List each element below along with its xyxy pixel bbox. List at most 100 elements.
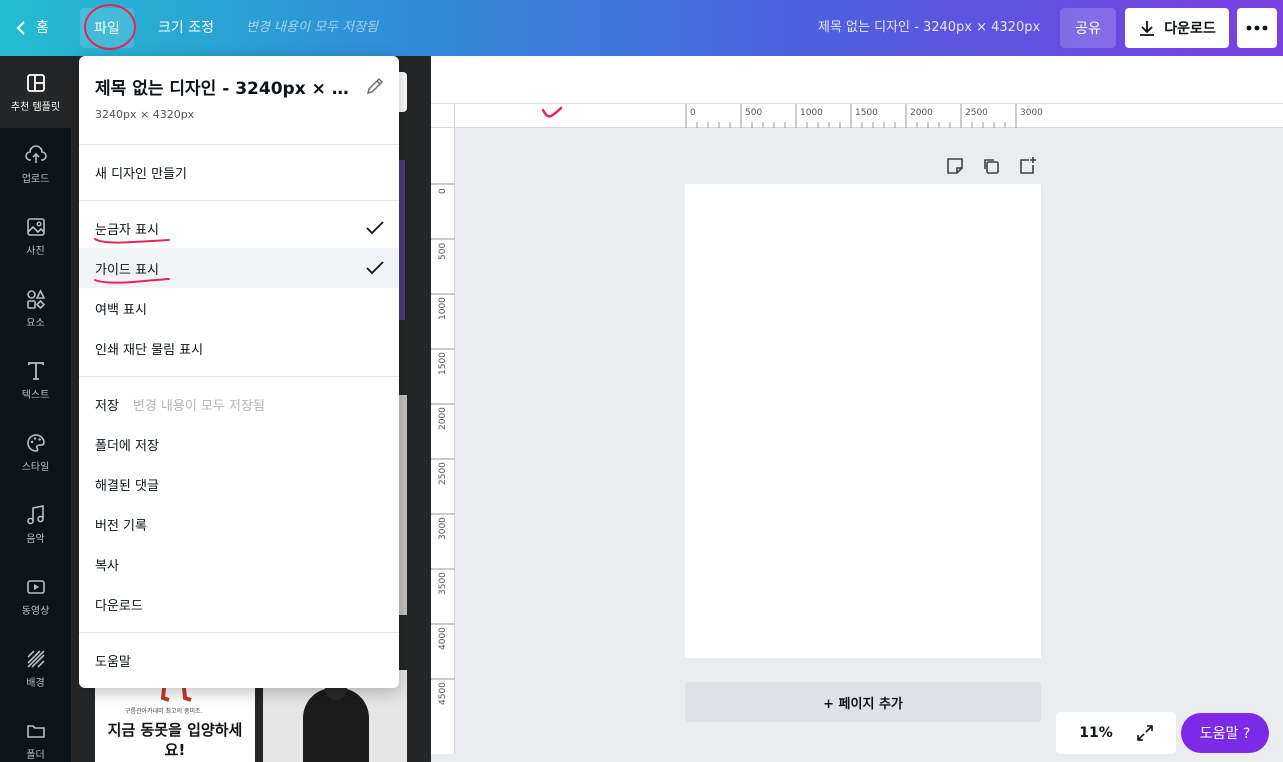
ruler-label: 1500 bbox=[855, 108, 878, 118]
folder-icon bbox=[26, 724, 45, 738]
ruler-label: 4000 bbox=[438, 627, 448, 650]
menu-item-help[interactable]: 도움말 bbox=[79, 640, 399, 680]
ruler-label: 2500 bbox=[965, 108, 988, 118]
rail-item-templates[interactable]: 추천 템플릿 bbox=[0, 56, 71, 128]
share-button[interactable]: 공유 bbox=[1060, 8, 1116, 48]
design-page[interactable] bbox=[685, 184, 1041, 658]
menu-item-new-design[interactable]: 새 디자인 만들기 bbox=[79, 152, 399, 192]
zoom-level[interactable]: 11% bbox=[1056, 725, 1136, 741]
ruler-label: 3000 bbox=[438, 517, 448, 540]
menu-item-label: 다운로드 bbox=[95, 598, 143, 614]
add-page-icon[interactable] bbox=[1017, 156, 1037, 176]
menu-item-label: 해결된 댓글 bbox=[95, 478, 159, 494]
annotation-check-mark bbox=[541, 106, 563, 118]
share-label: 공유 bbox=[1075, 21, 1101, 37]
photo-icon bbox=[26, 217, 45, 236]
zoom-control: 11% bbox=[1056, 712, 1176, 754]
saved-status: 변경 내용이 모두 저장됨 bbox=[246, 20, 378, 35]
ruler-corner bbox=[431, 104, 455, 128]
template-thumbnail-edge[interactable] bbox=[399, 160, 405, 320]
editor-toolbar bbox=[431, 56, 1283, 104]
note-icon[interactable] bbox=[945, 156, 965, 176]
text-icon bbox=[27, 361, 44, 380]
menu-item-label: 폴더에 저장 bbox=[95, 438, 159, 454]
annotation-underline bbox=[94, 278, 170, 284]
rail-item-background[interactable]: 배경 bbox=[0, 632, 71, 704]
check-icon bbox=[366, 221, 384, 235]
ruler-label: 1500 bbox=[438, 352, 448, 375]
divider bbox=[79, 632, 399, 633]
pencil-edit-icon[interactable] bbox=[365, 76, 385, 96]
rail-item-upload[interactable]: 업로드 bbox=[0, 128, 71, 200]
ruler-label: 500 bbox=[745, 108, 763, 118]
shapes-icon bbox=[26, 288, 45, 309]
duplicate-page-icon[interactable] bbox=[981, 156, 1001, 176]
document-title[interactable]: 제목 없는 디자인 - 3240px × 4320px bbox=[818, 0, 1040, 56]
menu-item-show-margins[interactable]: 여백 표시 bbox=[79, 288, 399, 328]
ruler-label: 500 bbox=[438, 242, 448, 260]
home-button[interactable]: 홈 bbox=[16, 0, 49, 56]
rail-label: 텍스트 bbox=[21, 389, 50, 401]
rail-label: 동영상 bbox=[21, 605, 50, 617]
save-status: 변경 내용이 모두 저장됨 bbox=[132, 398, 265, 414]
palette-icon bbox=[26, 433, 45, 452]
horizontal-ruler[interactable]: 0 500 1000 1500 2000 2500 3000 bbox=[455, 104, 1283, 128]
music-icon bbox=[26, 504, 44, 524]
video-icon bbox=[26, 579, 45, 594]
search-field-edge[interactable] bbox=[399, 72, 407, 112]
menu-item-label: 저장 bbox=[95, 398, 119, 414]
rail-label: 추천 템플릿 bbox=[10, 101, 61, 113]
rail-label: 음악 bbox=[26, 533, 45, 545]
help-label: 도움말 ? bbox=[1199, 726, 1251, 742]
check-icon bbox=[366, 261, 384, 275]
vertical-ruler[interactable]: 0 500 1000 1500 2000 2500 3000 3500 4000… bbox=[431, 128, 455, 754]
ruler-label: 2000 bbox=[910, 108, 933, 118]
ruler-label: 0 bbox=[690, 108, 696, 118]
rail-item-folder[interactable]: 폴더 bbox=[0, 704, 71, 762]
menu-item-label: 가이드 표시 bbox=[95, 262, 159, 278]
annotation-circle bbox=[84, 4, 136, 50]
menu-item-save-to-folder[interactable]: 폴더에 저장 bbox=[79, 424, 399, 464]
menu-item-label: 인쇄 재단 물림 표시 bbox=[95, 342, 204, 358]
menu-item-version-history[interactable]: 버전 기록 bbox=[79, 504, 399, 544]
menu-item-resolved-comments[interactable]: 해결된 댓글 bbox=[79, 464, 399, 504]
menu-item-label: 여백 표시 bbox=[95, 302, 147, 318]
chevron-left-icon bbox=[16, 21, 25, 35]
more-dots-icon bbox=[1246, 25, 1268, 31]
download-button[interactable]: 다운로드 bbox=[1125, 8, 1229, 48]
menu-item-show-print-bleed[interactable]: 인쇄 재단 물림 표시 bbox=[79, 328, 399, 368]
resize-button[interactable]: 크기 조정 bbox=[158, 0, 214, 56]
file-menu: 제목 없는 디자인 - 3240px × 4320px 3240px × 432… bbox=[79, 56, 399, 688]
more-options-button[interactable] bbox=[1237, 8, 1277, 48]
rail-item-photos[interactable]: 사진 bbox=[0, 200, 71, 272]
top-bar: 홈 파일 크기 조정 변경 내용이 모두 저장됨 제목 없는 디자인 - 324… bbox=[0, 0, 1283, 56]
menu-item-label: 도움말 bbox=[95, 654, 131, 670]
add-page-button[interactable]: + 페이지 추가 bbox=[685, 682, 1041, 722]
rail-item-styles[interactable]: 스타일 bbox=[0, 416, 71, 488]
annotation-underline bbox=[94, 238, 170, 244]
ruler-label: 1000 bbox=[800, 108, 823, 118]
rail-label: 스타일 bbox=[21, 461, 50, 473]
rail-label: 업로드 bbox=[21, 173, 50, 185]
left-rail: 추천 템플릿 업로드 사진 요소 텍스트 스타일 음악 동영상 배경 폴더 bbox=[0, 56, 71, 762]
rail-item-text[interactable]: 텍스트 bbox=[0, 344, 71, 416]
rail-item-video[interactable]: 동영상 bbox=[0, 560, 71, 632]
page-tools bbox=[945, 156, 1037, 176]
fullscreen-icon[interactable] bbox=[1136, 724, 1154, 742]
help-button[interactable]: 도움말 ? bbox=[1181, 713, 1269, 753]
rail-label: 사진 bbox=[26, 245, 45, 257]
rail-item-elements[interactable]: 요소 bbox=[0, 272, 71, 344]
rail-label: 배경 bbox=[26, 677, 45, 689]
menu-title[interactable]: 제목 없는 디자인 - 3240px × 4320px bbox=[95, 74, 355, 99]
ruler-label: 0 bbox=[438, 188, 448, 194]
menu-item-save[interactable]: 저장 변경 내용이 모두 저장됨 bbox=[79, 384, 399, 424]
ruler-label: 1000 bbox=[438, 297, 448, 320]
menu-title-row: 제목 없는 디자인 - 3240px × 4320px bbox=[95, 74, 385, 99]
template-icon bbox=[26, 73, 45, 92]
download-icon bbox=[1140, 21, 1155, 36]
menu-item-download[interactable]: 다운로드 bbox=[79, 584, 399, 624]
menu-item-copy[interactable]: 복사 bbox=[79, 544, 399, 584]
rail-item-music[interactable]: 음악 bbox=[0, 488, 71, 560]
template-thumbnail-edge[interactable] bbox=[399, 395, 407, 615]
ruler-label: 3000 bbox=[1020, 108, 1043, 118]
